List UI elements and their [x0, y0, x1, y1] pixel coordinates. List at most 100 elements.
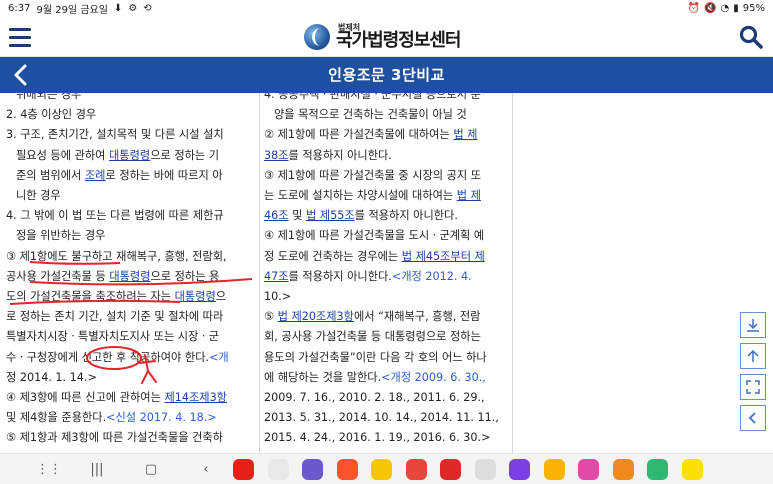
- law-text: 으로 정하는 기: [150, 148, 220, 162]
- brave-app-icon[interactable]: [336, 459, 358, 480]
- arrow-up-icon: [747, 349, 759, 362]
- law-text: 를 적용하지 아니한다.: [354, 209, 458, 223]
- law-reference-link[interactable]: 법 제45조부터 제: [402, 250, 485, 263]
- samsung-internet-app-icon[interactable]: [302, 459, 323, 480]
- law-text-line: ③ 제1항에도 불구하고 재해복구, 흥행, 전람회,: [6, 247, 254, 267]
- amendment-note: <신설 2017. 4. 18.>: [106, 411, 217, 425]
- download-icon: ⬇: [113, 3, 123, 14]
- law-text: 으로 정하는 용: [150, 269, 220, 283]
- law-text: 에 해당하는 것을 말한다.: [264, 370, 382, 384]
- amendment-note: <개정 2012. 4.: [391, 269, 472, 283]
- law-text: ④ 제1항에 따른 가설건축물을 도시ㆍ군계획 예: [264, 229, 485, 243]
- alarm-icon: ⏰: [687, 3, 701, 14]
- maps-app-icon[interactable]: [371, 459, 392, 480]
- law-text-line: 정을 위반하는 경우: [6, 226, 254, 246]
- law-text-line: 2015. 4. 24., 2016. 1. 19., 2016. 6. 30.…: [264, 428, 507, 445]
- law-text: 용도의 가설건축물”이란 다음 각 호의 어느 하나: [264, 350, 487, 364]
- site-header: 법제처 국가법령정보센터: [0, 17, 773, 57]
- law-text: 4. 그 밖에 이 법 또는 다른 법령에 따른 제한규: [6, 209, 224, 223]
- law-reference-link[interactable]: 46조: [264, 209, 289, 222]
- side-toolbar: [740, 312, 768, 436]
- camera-app-app-icon[interactable]: [612, 459, 634, 480]
- flipboard-app-icon[interactable]: [440, 459, 461, 480]
- blossom-app-icon[interactable]: [578, 459, 599, 480]
- law-text: 4. 공공주택ㆍ판매시설ㆍ군수시설 등으로서 준: [264, 93, 481, 101]
- law-text-line: 38조를 적용하지 아니한다.: [264, 146, 507, 166]
- law-text: 공사용 가설건축물 등: [6, 269, 110, 283]
- law-text-line: 2009. 7. 16., 2010. 2. 18., 2011. 6. 29.…: [264, 388, 507, 408]
- law-text-line: ④ 제3항에 따른 신고에 관하여는 제14조제3항: [6, 388, 254, 408]
- law-reference-link[interactable]: 47조: [264, 270, 289, 283]
- status-time: 6:37: [8, 3, 31, 14]
- law-text-line: 공사용 가설건축물 등 대통령령으로 정하는 용: [6, 267, 254, 287]
- battery-level: 95%: [742, 3, 765, 14]
- law-text: 정 도로에 건축하는 경우에는: [264, 249, 402, 263]
- folder-app-icon[interactable]: [543, 459, 565, 480]
- page-titlebar: 인용조문 3단비교: [0, 57, 773, 93]
- law-text-line: 로 정하는 존치 기간, 설치 기준 및 절차에 따라: [6, 307, 254, 327]
- nav-back-icon[interactable]: ‹: [197, 461, 215, 477]
- messenger-app-icon[interactable]: [647, 459, 668, 480]
- law-reference-link[interactable]: 조례: [85, 169, 106, 182]
- law-text: 3. 구조, 존치기간, 설치목적 및 다른 시설 설치: [6, 128, 224, 142]
- law-reference-link[interactable]: 제14조제3항: [164, 391, 227, 404]
- apps-grid-icon[interactable]: ⋮⋮: [36, 461, 62, 477]
- law-reference-link[interactable]: 대통령령: [109, 270, 150, 283]
- download-tool-button[interactable]: [740, 312, 766, 338]
- chevron-left-icon: [748, 412, 756, 424]
- law-text-line: 수ㆍ구청장에게 신고한 후 착공하여야 한다.<개: [6, 348, 254, 368]
- scroll-top-button[interactable]: [740, 343, 766, 369]
- video-player-app-icon[interactable]: [509, 459, 530, 480]
- law-text-line: 도의 가설건축물을 축조하려는 자는 대통령령으: [6, 287, 254, 307]
- law-text: 로 정하는 바에 따르지 아: [105, 168, 223, 182]
- law-column-1: 위배되는 경우 2. 4층 이상인 경우 3. 구조, 존치기간, 설치목적 및 다…: [6, 93, 254, 445]
- law-reference-link[interactable]: 법 제: [453, 128, 477, 141]
- law-reference-link[interactable]: 38조: [264, 149, 289, 162]
- law-text: 2. 4층 이상인 경우: [6, 108, 97, 122]
- law-reference-link[interactable]: 법 제: [457, 189, 481, 202]
- battery-icon: ▮: [733, 3, 739, 14]
- law-reference-link[interactable]: 법 제55조: [306, 209, 355, 222]
- chrome-app-icon[interactable]: [267, 459, 289, 480]
- home-icon[interactable]: ▢: [142, 461, 160, 477]
- law-text-line: ⑤ 법 제20조제3항에서 “재해복구, 흥행, 전람: [264, 307, 507, 327]
- law-text: ③ 제1항에 따른 가설건축물 중 시장의 공지 또: [264, 168, 482, 182]
- menu-icon[interactable]: [6, 23, 34, 51]
- logo-mark-icon: [304, 24, 330, 50]
- law-text-line: 정 도로에 건축하는 경우에는 법 제45조부터 제: [264, 247, 507, 267]
- law-text-line: ② 제1항에 따른 가설건축물에 대하여는 법 제: [264, 125, 507, 145]
- law-text-line: 에 해당하는 것을 말한다.<개정 2009. 6. 30.,: [264, 368, 507, 388]
- law-reference-link[interactable]: 대통령령: [175, 290, 216, 303]
- system-nav-bar: ⋮⋮ ||| ▢ ‹: [0, 453, 773, 484]
- law-text: 2009. 7. 16., 2010. 2. 18., 2011. 6. 29.…: [264, 391, 485, 405]
- law-text-line: 47조를 적용하지 아니한다.<개정 2012. 4.: [264, 267, 507, 287]
- law-reference-link[interactable]: 법 제20조제3항: [278, 310, 354, 323]
- text-app-app-icon[interactable]: [474, 459, 496, 480]
- recents-icon[interactable]: |||: [88, 461, 106, 477]
- law-text-line: 4. 공공주택ㆍ판매시설ㆍ군수시설 등으로서 준: [264, 93, 507, 105]
- search-icon[interactable]: [737, 23, 765, 51]
- status-date: 9월 29일 금요일: [36, 5, 108, 16]
- law-reference-link[interactable]: 대통령령: [109, 149, 150, 162]
- law-text: 및 제4항을 준용한다.: [6, 411, 107, 425]
- law-text-line: 3. 구조, 존치기간, 설치목적 및 다른 시설 설치: [6, 125, 254, 145]
- fullscreen-button[interactable]: [740, 374, 766, 400]
- law-text: ④ 제3항에 따른 신고에 관하여는: [6, 391, 165, 405]
- law-text-line: ④ 제1항에 따른 가설건축물을 도시ㆍ군계획 예: [264, 226, 507, 246]
- law-text: 를 적용하지 아니한다.: [288, 269, 392, 283]
- law-text: 를 적용하지 아니한다.: [288, 148, 392, 162]
- kakaotalk-app-icon[interactable]: [681, 459, 703, 480]
- comparison-content: 위배되는 경우 2. 4층 이상인 경우 3. 구조, 존치기간, 설치목적 및 다…: [0, 93, 773, 453]
- site-logo[interactable]: 법제처 국가법령정보센터: [304, 20, 461, 54]
- law-text-line: 및 제4항을 준용한다.<신설 2017. 4. 18.>: [6, 408, 254, 428]
- law-text: 및: [288, 209, 306, 223]
- law-text: 는 도로에 설치하는 차양시설에 대하여는: [264, 189, 457, 203]
- panel-toggle-button[interactable]: [740, 405, 766, 431]
- law-text: 위배되는 경우: [16, 93, 82, 101]
- shopping-app-icon[interactable]: [405, 459, 427, 480]
- youtube-app-icon[interactable]: [233, 459, 254, 480]
- law-text: 준의 범위에서: [16, 168, 85, 182]
- law-text: 도의 가설건축물을 축조하려는 자는: [6, 290, 175, 304]
- law-text: 에서 “재해복구, 흥행, 전람: [353, 310, 481, 324]
- logo-title: 국가법령정보센터: [336, 30, 461, 51]
